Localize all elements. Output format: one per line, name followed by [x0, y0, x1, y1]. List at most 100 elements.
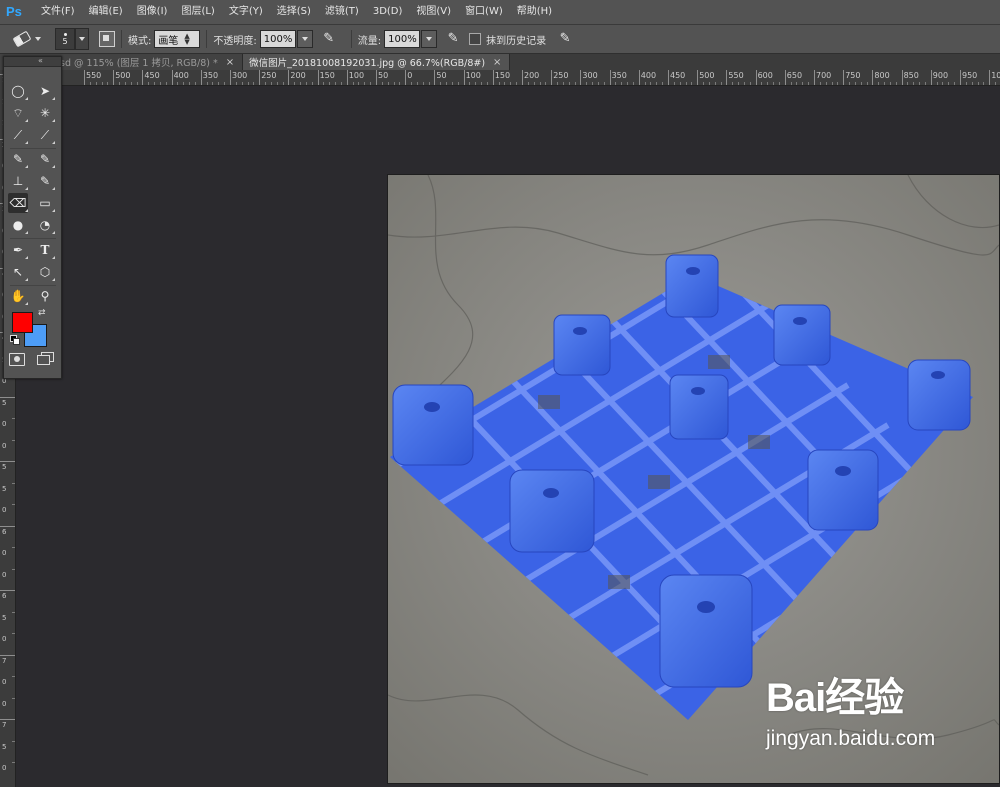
mode-select[interactable]: 画笔 ▲ ▼	[154, 30, 201, 48]
ruler-minor-tick	[743, 82, 745, 85]
ruler-minor-tick	[773, 82, 775, 85]
ruler-minor-tick	[340, 82, 342, 85]
lasso-marquee-icon[interactable]: ◯	[8, 81, 28, 101]
airbrush-icon[interactable]: ✎	[445, 31, 461, 47]
divider	[206, 30, 208, 48]
ruler-label: 200	[290, 71, 306, 80]
opacity-input[interactable]: 100%	[259, 30, 296, 48]
ruler-minor-tick	[101, 82, 103, 85]
menu-file[interactable]: 文件(F)	[34, 0, 82, 24]
magic-wand-icon[interactable]: ✳	[35, 103, 55, 123]
move-icon[interactable]: ➤	[35, 81, 55, 101]
menu-select[interactable]: 选择(S)	[270, 0, 318, 24]
opacity-slider-button[interactable]	[296, 30, 313, 48]
shape-icon[interactable]: ⬡	[35, 262, 55, 282]
ruler-tick	[726, 70, 728, 85]
pen-icon[interactable]: ✒	[8, 240, 28, 260]
ruler-minor-tick	[837, 82, 839, 85]
blur-icon[interactable]: ●	[8, 215, 28, 235]
divider	[350, 30, 352, 48]
close-icon[interactable]: ×	[493, 57, 501, 68]
menu-3d[interactable]: 3D(D)	[366, 0, 410, 24]
eyedropper-icon[interactable]: ⟋	[35, 125, 55, 145]
ruler-minor-tick	[270, 82, 272, 85]
ruler-minor-tick	[154, 82, 156, 85]
ruler-minor-tick	[592, 82, 594, 85]
ruler-label: 0	[2, 678, 7, 686]
tab-label: sd @ 115% (图层 1 拷贝, RGB/8) *	[60, 58, 218, 69]
menu-edit[interactable]: 编辑(E)	[82, 0, 130, 24]
brush-preset-picker[interactable]: 5	[55, 28, 75, 50]
gradient-icon[interactable]: ▭	[35, 193, 55, 213]
ruler-minor-tick	[177, 82, 179, 85]
ruler-tick	[930, 70, 932, 85]
ruler-label: 0	[2, 635, 7, 643]
ruler-minor-tick	[416, 82, 418, 85]
menu-help[interactable]: 帮助(H)	[510, 0, 559, 24]
tool-preset-picker[interactable]	[12, 30, 41, 48]
ruler-minor-tick	[446, 82, 448, 85]
opacity-label: 不透明度:	[213, 35, 257, 47]
ruler-minor-tick	[253, 82, 255, 85]
eraser-tool-icon[interactable]: ⌫	[8, 193, 28, 213]
pressure-opacity-icon[interactable]: ✎	[321, 31, 337, 47]
panel-grip[interactable]: «	[4, 57, 61, 67]
ruler-minor-tick	[224, 82, 226, 85]
menu-window[interactable]: 窗口(W)	[458, 0, 510, 24]
ruler-label: 7	[2, 721, 7, 729]
ruler-tick	[12, 482, 15, 484]
brush-tip-icon	[63, 32, 67, 36]
ruler-label: 650	[786, 71, 803, 80]
clone-stamp-icon[interactable]: ⊥	[8, 171, 28, 191]
brush-icon[interactable]: ✎	[35, 149, 55, 169]
menu-view[interactable]: 视图(V)	[409, 0, 458, 24]
flow-slider-button[interactable]	[421, 30, 438, 48]
document-canvas[interactable]: Bai经验 jingyan.baidu.com	[388, 175, 999, 783]
flow-input[interactable]: 100%	[384, 30, 421, 48]
ruler-label: 5	[2, 742, 7, 751]
menu-type[interactable]: 文字(Y)	[222, 0, 270, 24]
zoom-icon[interactable]: ⚲	[35, 286, 55, 306]
ruler-minor-tick	[849, 82, 851, 85]
ruler-tick	[288, 70, 290, 85]
crop-icon[interactable]: ⟋	[8, 125, 28, 145]
ruler-minor-tick	[995, 82, 997, 85]
ruler-minor-tick	[294, 82, 296, 85]
tab-label: 微信图片_20181008192031.jpg @ 66.7%(RGB/8#)	[249, 58, 486, 69]
horizontal-ruler[interactable]: 550 500 450 400 350 300 250 200 150 100 50 0 50 100 15…	[15, 70, 1000, 86]
ruler-label: 100	[348, 71, 365, 80]
foreground-color-swatch[interactable]	[12, 312, 33, 333]
ruler-tick	[960, 70, 961, 85]
tab-document-wechat-image[interactable]: 微信图片_20181008192031.jpg @ 66.7%(RGB/8#) …	[243, 54, 511, 70]
path-selection-icon[interactable]: ↖	[8, 262, 28, 282]
ruler-minor-tick	[691, 82, 693, 85]
dodge-icon[interactable]: ◔	[35, 215, 55, 235]
pressure-size-icon[interactable]: ✎	[557, 31, 573, 47]
default-colors-icon[interactable]	[10, 335, 20, 345]
ruler-tick	[784, 70, 786, 85]
ruler-minor-tick	[662, 82, 664, 85]
erase-to-history-checkbox[interactable]	[469, 33, 482, 45]
hand-icon[interactable]: ✋	[8, 286, 28, 306]
menu-image[interactable]: 图像(I)	[130, 0, 175, 24]
history-brush-icon[interactable]: ✎	[35, 171, 55, 191]
ruler-minor-tick	[107, 82, 109, 85]
ruler-tick	[872, 70, 874, 85]
healing-brush-icon[interactable]: ✎	[8, 149, 28, 169]
swap-colors-icon[interactable]: ⇄	[38, 308, 46, 318]
menu-layer[interactable]: 图层(L)	[174, 0, 221, 24]
quick-mask-icon[interactable]	[9, 353, 25, 366]
ruler-minor-tick	[387, 82, 389, 85]
polygon-lasso-icon[interactable]: ⌔	[8, 103, 28, 123]
close-icon[interactable]: ×	[226, 57, 234, 68]
screen-mode-icon[interactable]	[37, 352, 54, 365]
brush-panel-toggle-icon[interactable]	[99, 31, 115, 47]
brush-picker-dropdown[interactable]	[75, 28, 89, 50]
watermark-url: jingyan.baidu.com	[766, 727, 936, 750]
ruler-tick	[405, 70, 407, 85]
ruler-label: 100	[465, 71, 481, 80]
ruler-minor-tick	[194, 82, 196, 85]
ruler-minor-tick	[370, 82, 372, 85]
menu-filter[interactable]: 滤镜(T)	[318, 0, 366, 24]
type-icon[interactable]: T	[35, 240, 55, 260]
